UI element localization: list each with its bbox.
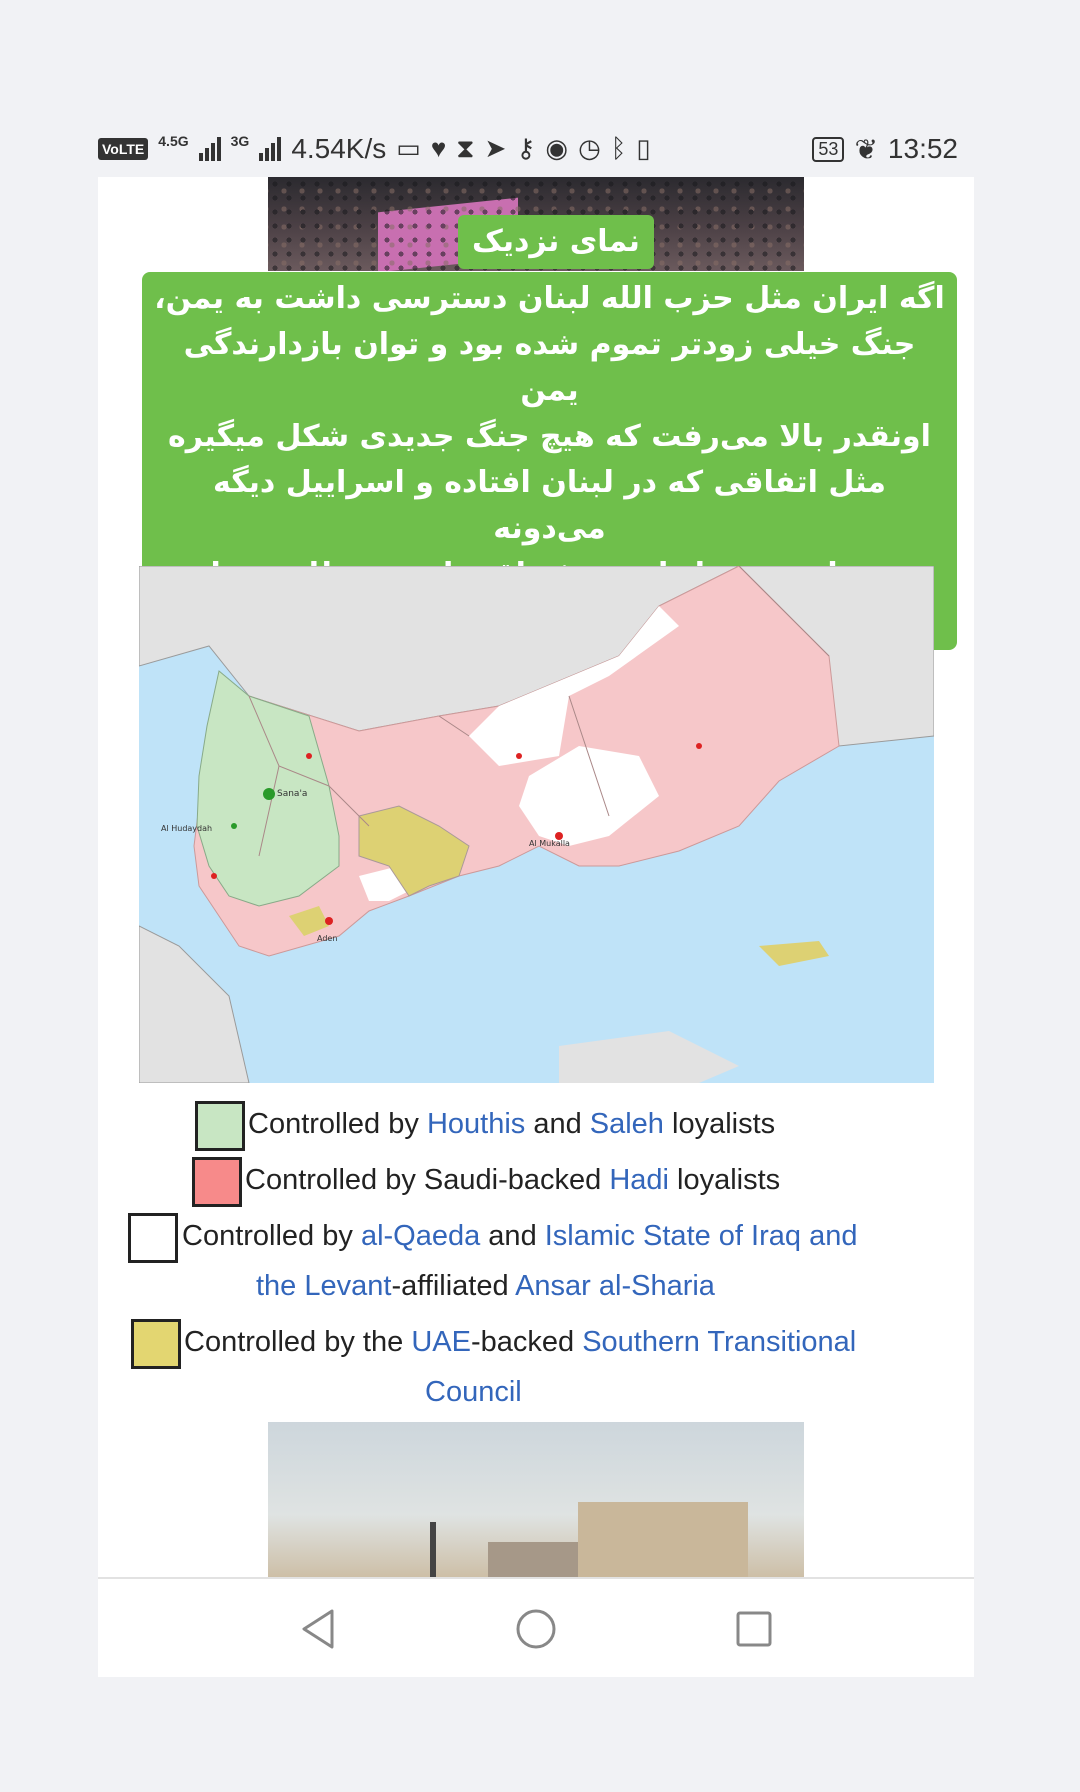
map-label-sanaa: Sana'a: [277, 789, 307, 799]
link-al-qaeda[interactable]: al-Qaeda: [361, 1220, 480, 1252]
network-speed: 4.54K/s: [291, 133, 387, 164]
sanaa-marker: [263, 788, 275, 800]
legend-text-stc-2: Council: [425, 1367, 522, 1417]
key-icon: ⚷: [516, 133, 536, 163]
city-dot: [516, 753, 522, 759]
legend-text: and: [480, 1220, 545, 1252]
swatch-stc: [131, 1319, 181, 1369]
link-stc[interactable]: Southern Transitional: [582, 1326, 856, 1358]
link-isil-cont[interactable]: the Levant: [256, 1270, 391, 1302]
link-isil[interactable]: Islamic State of Iraq and: [545, 1220, 858, 1252]
caption-line: اونقدر بالا می‌رفت که هیچ جنگ جدیدی شکل …: [168, 419, 931, 454]
legend-text: loyalists: [668, 1164, 781, 1196]
map-label-mukalla: Al Mukalla: [529, 839, 570, 848]
photo-pole: [430, 1522, 436, 1577]
link-ansar-al-sharia[interactable]: Ansar al-Sharia: [515, 1270, 715, 1302]
heart-icon: ♥: [430, 133, 447, 163]
caption-title: نمای نزدیک: [458, 215, 654, 269]
legend-text: -backed: [470, 1326, 583, 1358]
aden-marker: [325, 917, 333, 925]
caption-line: اگه ایران مثل حزب الله لبنان دسترسی داشت…: [154, 281, 945, 316]
swatch-houthi: [195, 1101, 245, 1151]
link-stc-cont[interactable]: Council: [425, 1376, 522, 1408]
legend-text-aqap-1: Controlled by al-Qaeda and Islamic State…: [182, 1211, 857, 1261]
link-uae[interactable]: UAE: [411, 1326, 471, 1358]
building-photo: [268, 1422, 804, 1577]
network-type-1: 4.5G: [158, 133, 189, 149]
status-bar: VoLTE 4.5G 3G 4.54K/s ▭ ♥ ⧗ ➤ ⚷ ◉ ◷ ᛒ ▯ …: [98, 126, 958, 172]
page-screen: اگه ایران مثل حزب الله لبنان دسترسی داشت…: [98, 177, 974, 1677]
back-icon: [302, 1609, 334, 1649]
legend-text: Controlled by: [248, 1108, 427, 1140]
legend-text: loyalists: [663, 1108, 776, 1140]
link-hadi[interactable]: Hadi: [609, 1164, 669, 1196]
home-icon: [516, 1609, 556, 1649]
recents-icon: [736, 1611, 772, 1647]
signal-icon-2: [259, 137, 282, 161]
navigation-bar: [98, 1577, 974, 1677]
map-label-hudaydah: Al Hudaydah: [161, 824, 212, 833]
photo-rubble: [488, 1542, 588, 1577]
city-dot: [306, 753, 312, 759]
swatch-aqap: [128, 1213, 178, 1263]
leaf-icon: ❦: [854, 133, 878, 165]
battery-icon: 53: [812, 136, 845, 162]
legend-text-aqap-2: the Levant-affiliated Ansar al-Sharia: [256, 1261, 715, 1311]
signal-icon: [198, 137, 221, 161]
hourglass-icon: ⧗: [456, 133, 475, 163]
legend-text: Controlled by: [182, 1220, 361, 1252]
legend-text-stc-1: Controlled by the UAE-backed Southern Tr…: [184, 1317, 856, 1367]
city-dot: [696, 743, 702, 749]
eye-icon: ◉: [545, 133, 569, 163]
link-houthis[interactable]: Houthis: [427, 1108, 525, 1140]
city-dot: [211, 873, 217, 879]
legend-text-houthi: Controlled by Houthis and Saleh loyalist…: [248, 1099, 775, 1149]
caption-line: مثل اتفاقی که در لبنان افتاده و اسراییل …: [213, 465, 886, 546]
link-saleh[interactable]: Saleh: [590, 1108, 664, 1140]
legend-text: and: [525, 1108, 590, 1140]
network-type-2: 3G: [230, 133, 250, 149]
swatch-hadi: [192, 1157, 242, 1207]
bluetooth-icon: ᛒ: [610, 133, 627, 163]
vibrate-icon: ▯: [636, 133, 651, 163]
city-dot: [231, 823, 237, 829]
yemen-control-map[interactable]: Sana'a Al Hudaydah Aden Al Mukalla: [139, 566, 934, 1083]
legend-text: Controlled by Saudi-backed: [245, 1164, 610, 1196]
legend-text: Controlled by the: [184, 1326, 412, 1358]
home-button[interactable]: [506, 1599, 566, 1659]
photo-building: [578, 1502, 748, 1577]
status-icons: ▭ ♥ ⧗ ➤ ⚷ ◉ ◷ ᛒ ▯: [396, 133, 650, 165]
clock: 13:52: [887, 133, 958, 164]
alarm-icon: ◷: [578, 133, 601, 163]
recents-button[interactable]: [724, 1599, 784, 1659]
back-button[interactable]: [288, 1599, 348, 1659]
volte-badge: VoLTE: [98, 138, 149, 160]
hd-icon: ▭: [396, 133, 421, 163]
telegram-icon: ➤: [484, 133, 507, 163]
map-label-aden: Aden: [317, 934, 337, 943]
legend-text: -affiliated: [391, 1270, 516, 1302]
caption-line: جنگ خیلی زودتر تموم شده بود و توان بازدا…: [183, 327, 916, 408]
legend-text-hadi: Controlled by Saudi-backed Hadi loyalist…: [245, 1155, 780, 1205]
